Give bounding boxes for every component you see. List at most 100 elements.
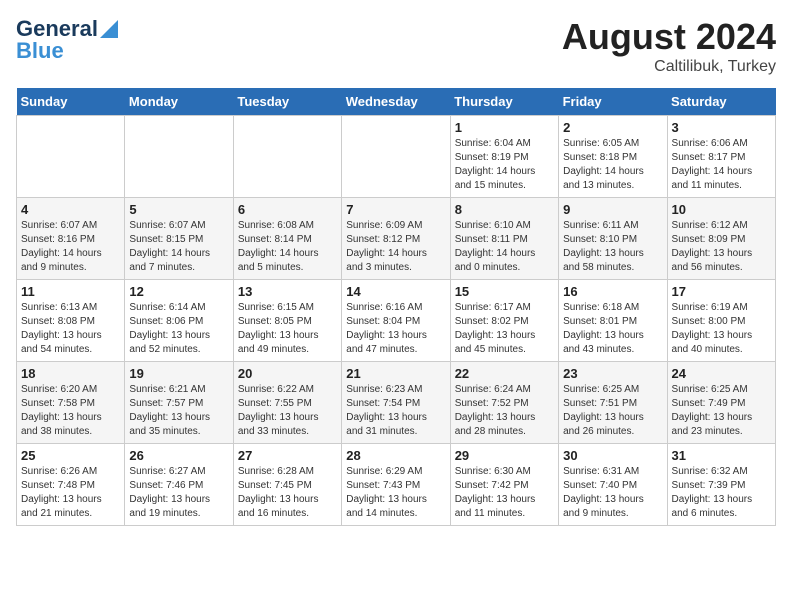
calendar-cell: 24 Sunrise: 6:25 AM Sunset: 7:49 PM Dayli… [667,362,775,444]
weekday-header: Monday [125,88,233,116]
calendar-cell: 20 Sunrise: 6:22 AM Sunset: 7:55 PM Dayli… [233,362,341,444]
day-info: Sunrise: 6:22 AM Sunset: 7:55 PM Dayligh… [238,383,337,439]
day-number: 6 [238,202,337,217]
calendar-table: SundayMondayTuesdayWednesdayThursdayFrid… [16,88,776,526]
calendar-cell: 25 Sunrise: 6:26 AM Sunset: 7:48 PM Dayli… [17,444,125,526]
calendar-cell: 3 Sunrise: 6:06 AM Sunset: 8:17 PM Daylig… [667,116,775,198]
calendar-cell: 13 Sunrise: 6:15 AM Sunset: 8:05 PM Dayli… [233,280,341,362]
location: Caltilibuk, Turkey [562,58,776,76]
calendar-cell: 22 Sunrise: 6:24 AM Sunset: 7:52 PM Dayli… [450,362,558,444]
day-info: Sunrise: 6:26 AM Sunset: 7:48 PM Dayligh… [21,465,120,521]
calendar-header-row: SundayMondayTuesdayWednesdayThursdayFrid… [17,88,776,116]
day-info: Sunrise: 6:30 AM Sunset: 7:42 PM Dayligh… [455,465,554,521]
calendar-cell: 16 Sunrise: 6:18 AM Sunset: 8:01 PM Dayli… [559,280,667,362]
day-info: Sunrise: 6:07 AM Sunset: 8:16 PM Dayligh… [21,219,120,275]
calendar-cell [17,116,125,198]
calendar-cell: 18Sunrise: 6:20 AM Sunset: 7:58 PM Dayli… [17,362,125,444]
weekday-header: Sunday [17,88,125,116]
day-number: 7 [346,202,445,217]
day-info: Sunrise: 6:18 AM Sunset: 8:01 PM Dayligh… [563,301,662,357]
day-number: 26 [129,448,228,463]
day-number: 8 [455,202,554,217]
calendar-cell: 30Sunrise: 6:31 AM Sunset: 7:40 PM Dayli… [559,444,667,526]
day-number: 30 [563,448,662,463]
day-info: Sunrise: 6:04 AM Sunset: 8:19 PM Dayligh… [455,137,554,193]
title-section: August 2024 Caltilibuk, Turkey [562,16,776,76]
day-number: 22 [455,366,554,381]
logo: General Blue [16,16,118,64]
day-info: Sunrise: 6:15 AM Sunset: 8:05 PM Dayligh… [238,301,337,357]
day-number: 3 [672,120,771,135]
calendar-cell: 15Sunrise: 6:17 AM Sunset: 8:02 PM Dayli… [450,280,558,362]
calendar-week-row: 18Sunrise: 6:20 AM Sunset: 7:58 PM Dayli… [17,362,776,444]
day-info: Sunrise: 6:05 AM Sunset: 8:18 PM Dayligh… [563,137,662,193]
day-info: Sunrise: 6:24 AM Sunset: 7:52 PM Dayligh… [455,383,554,439]
calendar-cell: 29 Sunrise: 6:30 AM Sunset: 7:42 PM Dayli… [450,444,558,526]
calendar-cell: 14Sunrise: 6:16 AM Sunset: 8:04 PM Dayli… [342,280,450,362]
day-info: Sunrise: 6:28 AM Sunset: 7:45 PM Dayligh… [238,465,337,521]
calendar-cell: 27 Sunrise: 6:28 AM Sunset: 7:45 PM Dayli… [233,444,341,526]
day-info: Sunrise: 6:25 AM Sunset: 7:49 PM Dayligh… [672,383,771,439]
calendar-week-row: 11Sunrise: 6:13 AM Sunset: 8:08 PM Dayli… [17,280,776,362]
day-info: Sunrise: 6:29 AM Sunset: 7:43 PM Dayligh… [346,465,445,521]
day-number: 12 [129,284,228,299]
month-year: August 2024 [562,16,776,58]
day-info: Sunrise: 6:13 AM Sunset: 8:08 PM Dayligh… [21,301,120,357]
calendar-week-row: 25 Sunrise: 6:26 AM Sunset: 7:48 PM Dayli… [17,444,776,526]
calendar-cell: 10Sunrise: 6:12 AM Sunset: 8:09 PM Dayli… [667,198,775,280]
day-number: 17 [672,284,771,299]
calendar-cell: 19 Sunrise: 6:21 AM Sunset: 7:57 PM Dayli… [125,362,233,444]
day-info: Sunrise: 6:23 AM Sunset: 7:54 PM Dayligh… [346,383,445,439]
weekday-header: Tuesday [233,88,341,116]
calendar-week-row: 4 Sunrise: 6:07 AM Sunset: 8:16 PM Daylig… [17,198,776,280]
day-number: 13 [238,284,337,299]
calendar-cell [125,116,233,198]
day-number: 20 [238,366,337,381]
day-info: Sunrise: 6:06 AM Sunset: 8:17 PM Dayligh… [672,137,771,193]
day-number: 24 [672,366,771,381]
day-info: Sunrise: 6:32 AM Sunset: 7:39 PM Dayligh… [672,465,771,521]
day-number: 4 [21,202,120,217]
calendar-cell: 28 Sunrise: 6:29 AM Sunset: 7:43 PM Dayli… [342,444,450,526]
day-info: Sunrise: 6:25 AM Sunset: 7:51 PM Dayligh… [563,383,662,439]
day-number: 31 [672,448,771,463]
day-number: 23 [563,366,662,381]
day-number: 27 [238,448,337,463]
day-number: 9 [563,202,662,217]
calendar-week-row: 1 Sunrise: 6:04 AM Sunset: 8:19 PM Daylig… [17,116,776,198]
day-info: Sunrise: 6:08 AM Sunset: 8:14 PM Dayligh… [238,219,337,275]
logo-blue: Blue [16,38,64,64]
calendar-cell: 17 Sunrise: 6:19 AM Sunset: 8:00 PM Dayli… [667,280,775,362]
day-number: 29 [455,448,554,463]
calendar-cell: 8 Sunrise: 6:10 AM Sunset: 8:11 PM Daylig… [450,198,558,280]
day-info: Sunrise: 6:19 AM Sunset: 8:00 PM Dayligh… [672,301,771,357]
day-info: Sunrise: 6:20 AM Sunset: 7:58 PM Dayligh… [21,383,120,439]
day-number: 19 [129,366,228,381]
day-info: Sunrise: 6:11 AM Sunset: 8:10 PM Dayligh… [563,219,662,275]
day-info: Sunrise: 6:17 AM Sunset: 8:02 PM Dayligh… [455,301,554,357]
day-number: 2 [563,120,662,135]
calendar-cell [342,116,450,198]
calendar-cell: 2 Sunrise: 6:05 AM Sunset: 8:18 PM Daylig… [559,116,667,198]
calendar-cell [233,116,341,198]
day-number: 14 [346,284,445,299]
calendar-cell: 31 Sunrise: 6:32 AM Sunset: 7:39 PM Dayli… [667,444,775,526]
day-number: 25 [21,448,120,463]
calendar-cell: 21Sunrise: 6:23 AM Sunset: 7:54 PM Dayli… [342,362,450,444]
calendar-cell: 23 Sunrise: 6:25 AM Sunset: 7:51 PM Dayli… [559,362,667,444]
calendar-cell: 6 Sunrise: 6:08 AM Sunset: 8:14 PM Daylig… [233,198,341,280]
calendar-cell: 11Sunrise: 6:13 AM Sunset: 8:08 PM Dayli… [17,280,125,362]
day-number: 28 [346,448,445,463]
day-info: Sunrise: 6:07 AM Sunset: 8:15 PM Dayligh… [129,219,228,275]
calendar-cell: 12Sunrise: 6:14 AM Sunset: 8:06 PM Dayli… [125,280,233,362]
logo-triangle-icon [100,20,118,38]
weekday-header: Saturday [667,88,775,116]
weekday-header: Wednesday [342,88,450,116]
day-info: Sunrise: 6:21 AM Sunset: 7:57 PM Dayligh… [129,383,228,439]
day-number: 1 [455,120,554,135]
day-info: Sunrise: 6:10 AM Sunset: 8:11 PM Dayligh… [455,219,554,275]
day-number: 5 [129,202,228,217]
day-number: 16 [563,284,662,299]
calendar-cell: 1 Sunrise: 6:04 AM Sunset: 8:19 PM Daylig… [450,116,558,198]
calendar-cell: 5 Sunrise: 6:07 AM Sunset: 8:15 PM Daylig… [125,198,233,280]
